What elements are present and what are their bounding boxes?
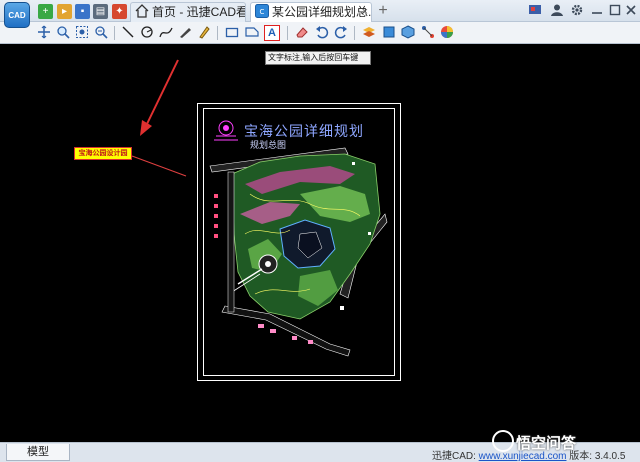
toolbar-separator <box>217 26 218 40</box>
model-tab[interactable]: 模型 <box>6 444 70 461</box>
toolbar-separator <box>287 26 288 40</box>
toolbar-separator <box>114 26 115 40</box>
text-tool-tooltip: 文字标注,输入后按回车键 <box>265 51 371 65</box>
undo-icon[interactable] <box>314 25 330 41</box>
drawing-toolbar: A <box>0 22 640 44</box>
user-icon[interactable] <box>548 3 565 20</box>
tab-drawing[interactable]: C 某公园详细规划总... × <box>250 2 372 22</box>
polyline-tool-icon[interactable] <box>158 25 174 41</box>
pointer-arrow <box>145 59 179 127</box>
measure-icon[interactable] <box>420 25 436 41</box>
cad-viewer-window: CAD + ▸ ▪ ▤ ✦ 首页 - 迅捷CAD看图 C 某公园详细规划总... … <box>0 0 640 462</box>
tab-home-label: 首页 - 迅捷CAD看图 <box>152 5 245 19</box>
zoom-window-icon[interactable] <box>74 25 90 41</box>
label-leader-line <box>131 155 187 177</box>
zoom-in-icon[interactable] <box>55 25 71 41</box>
open-file-icon[interactable]: ▸ <box>57 4 72 19</box>
block-icon[interactable] <box>381 25 397 41</box>
cad-file-icon: C <box>255 4 269 18</box>
close-window-icon[interactable] <box>622 3 639 20</box>
eraser-icon[interactable] <box>294 25 310 41</box>
circle-tool-icon[interactable] <box>139 25 155 41</box>
3d-view-icon[interactable] <box>400 25 416 41</box>
annotation-text-label[interactable]: 宝海公园设计园 <box>74 147 132 160</box>
text-annotation-tool[interactable]: A <box>264 25 280 41</box>
cloud-tool-icon[interactable] <box>244 25 260 41</box>
maximize-icon[interactable] <box>606 3 623 20</box>
layers-icon[interactable] <box>361 25 377 41</box>
watermark-text: 悟空问答 <box>516 435 577 452</box>
skin-icon[interactable] <box>526 3 543 20</box>
new-file-icon[interactable]: + <box>38 4 53 19</box>
home-icon <box>135 4 149 18</box>
toolbar-separator <box>354 26 355 40</box>
plan-subtitle: 规划总图 <box>250 141 287 151</box>
line-tool-icon[interactable] <box>120 25 136 41</box>
app-logo: CAD <box>4 2 30 28</box>
markup-tool-icon[interactable] <box>196 25 212 41</box>
color-icon[interactable] <box>439 25 455 41</box>
add-tab-button[interactable]: + <box>374 2 392 20</box>
gear-icon[interactable] <box>568 3 585 20</box>
watermark-logo-icon <box>492 430 514 452</box>
settings-tools-icon[interactable]: ✦ <box>112 4 127 19</box>
arrow-head <box>140 120 152 136</box>
drawing-frame-inner <box>203 108 395 376</box>
redo-icon[interactable] <box>333 25 349 41</box>
print-icon[interactable]: ▤ <box>93 4 108 19</box>
zoom-extents-icon[interactable] <box>93 25 109 41</box>
pan-icon[interactable] <box>36 25 52 41</box>
tab-home[interactable]: 首页 - 迅捷CAD看图 <box>130 2 246 22</box>
rectangle-tool-icon[interactable] <box>224 25 240 41</box>
save-icon[interactable]: ▪ <box>75 4 90 19</box>
drawing-canvas[interactable]: 文字标注,输入后按回车键 宝海公园设计园 宝海公园详细规划 规划总图 <box>0 44 640 442</box>
minimize-icon[interactable] <box>588 3 605 20</box>
tab-drawing-label: 某公园详细规划总... <box>272 5 372 19</box>
close-tab-icon[interactable]: × <box>362 3 368 22</box>
title-bar: CAD + ▸ ▪ ▤ ✦ 首页 - 迅捷CAD看图 C 某公园详细规划总... … <box>0 0 640 28</box>
product-label: 迅捷CAD: <box>432 451 479 462</box>
svg-text:C: C <box>260 8 265 16</box>
freehand-tool-icon[interactable] <box>177 25 193 41</box>
